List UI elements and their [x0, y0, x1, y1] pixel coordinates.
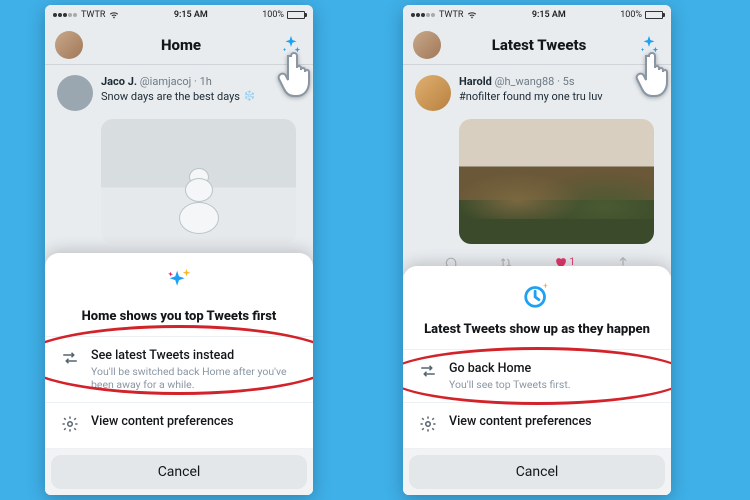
option-subtitle: You'll see top Tweets first. — [449, 378, 571, 391]
battery-icon — [645, 11, 663, 19]
view-content-preferences-option[interactable]: View content preferences — [45, 403, 313, 449]
carrier-label: TWTR — [439, 10, 463, 20]
phone-home: TWTR 9:15 AM 100% Home Jaco J. @iamjacoj… — [45, 5, 313, 495]
phone-latest: TWTR 9:15 AM 100% Latest Tweets Harold @… — [403, 5, 671, 495]
nav-bar: Home — [45, 25, 313, 65]
see-latest-tweets-option[interactable]: See latest Tweets instead You'll be swit… — [45, 337, 313, 403]
snowman-illustration — [179, 174, 219, 234]
go-back-home-option[interactable]: Go back Home You'll see top Tweets first… — [403, 350, 671, 403]
cancel-button[interactable]: Cancel — [409, 455, 665, 489]
option-title: View content preferences — [449, 414, 592, 429]
profile-avatar[interactable] — [55, 31, 83, 59]
tweet-text: Snow days are the best days ❄️ — [101, 90, 255, 103]
timeline-options-sheet: Latest Tweets show up as they happen Go … — [403, 266, 671, 495]
tweet-avatar[interactable] — [415, 75, 451, 111]
battery-icon — [287, 11, 305, 19]
tweet-author-handle: @h_wang88 · 5s — [495, 75, 575, 88]
option-title: View content preferences — [91, 414, 234, 429]
signal-dots-icon — [53, 13, 77, 17]
timeline-toggle-button[interactable] — [637, 33, 661, 57]
sparkle-icon — [638, 34, 660, 56]
tweet-text: #nofilter found my one tru luv — [459, 90, 603, 103]
battery-pct-label: 100% — [262, 10, 284, 20]
clock-sparkle-icon — [522, 280, 552, 310]
tweet-author-name: Jaco J. — [101, 75, 137, 88]
snowflake-icon: ❄️ — [243, 91, 255, 102]
timeline-toggle-button[interactable] — [279, 33, 303, 57]
timeline-options-sheet: Home shows you top Tweets first See late… — [45, 253, 313, 495]
sheet-title: Latest Tweets show up as they happen — [419, 322, 655, 337]
carrier-label: TWTR — [81, 10, 105, 20]
sparkle-accent-icon — [164, 267, 194, 297]
switch-arrows-icon — [61, 349, 79, 371]
option-title: Go back Home — [449, 361, 571, 376]
view-content-preferences-option[interactable]: View content preferences — [403, 403, 671, 449]
gear-icon — [419, 415, 437, 437]
page-title: Home — [161, 36, 201, 54]
option-subtitle: You'll be switched back Home after you'v… — [91, 365, 297, 391]
clock-label: 9:15 AM — [174, 10, 208, 20]
switch-arrows-icon — [419, 362, 437, 384]
tweet-image[interactable] — [459, 119, 654, 244]
option-title: See latest Tweets instead — [91, 348, 297, 363]
page-title: Latest Tweets — [492, 36, 587, 54]
status-bar: TWTR 9:15 AM 100% — [403, 5, 671, 25]
battery-pct-label: 100% — [620, 10, 642, 20]
wifi-icon — [109, 11, 119, 19]
gear-icon — [61, 415, 79, 437]
cancel-button[interactable]: Cancel — [51, 455, 307, 489]
profile-avatar[interactable] — [413, 31, 441, 59]
timeline-background: Jaco J. @iamjacoj · 1h Snow days are the… — [45, 65, 313, 275]
nav-bar: Latest Tweets — [403, 25, 671, 65]
tweet-header: Harold @h_wang88 · 5s #nofilter found my… — [415, 75, 659, 111]
sparkle-icon — [280, 34, 302, 56]
timeline-background: Harold @h_wang88 · 5s #nofilter found my… — [403, 65, 671, 275]
status-bar: TWTR 9:15 AM 100% — [45, 5, 313, 25]
signal-dots-icon — [411, 13, 435, 17]
clock-label: 9:15 AM — [532, 10, 566, 20]
tweet-avatar[interactable] — [57, 75, 93, 111]
tweet-image[interactable] — [101, 119, 296, 244]
sheet-title: Home shows you top Tweets first — [61, 309, 297, 324]
wifi-icon — [467, 11, 477, 19]
tweet-author-name: Harold — [459, 75, 492, 88]
tweet-header: Jaco J. @iamjacoj · 1h Snow days are the… — [57, 75, 301, 111]
tweet-author-handle: @iamjacoj · 1h — [140, 75, 212, 88]
